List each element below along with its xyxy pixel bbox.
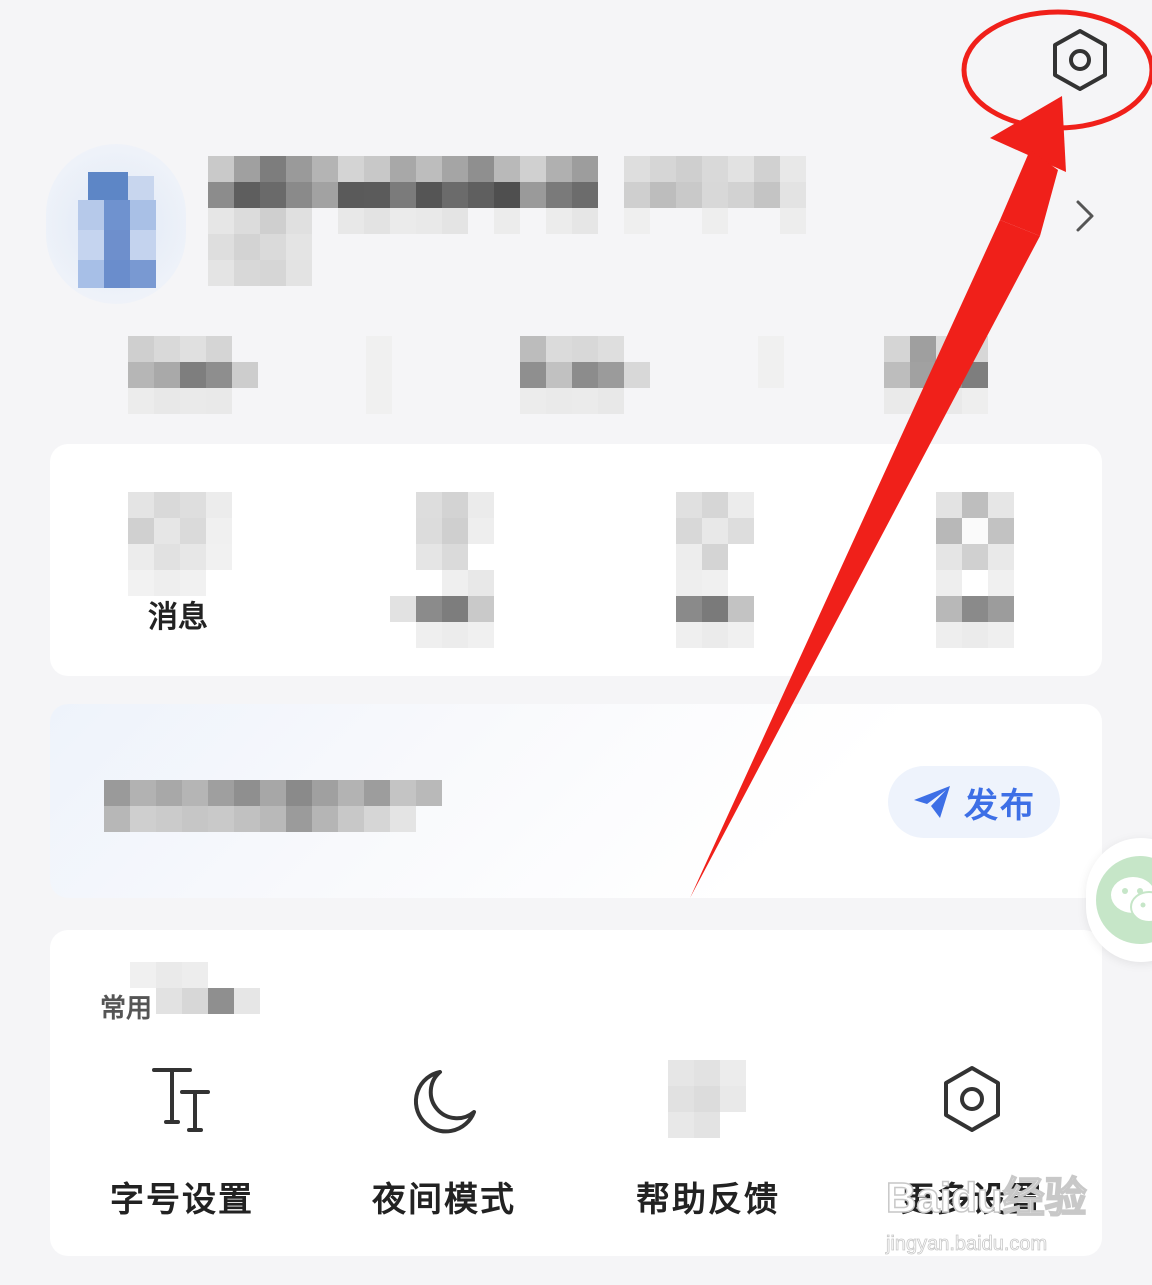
messages-icon (128, 492, 232, 596)
avatar-mosaic (78, 172, 156, 300)
moon-icon (413, 1070, 476, 1134)
chevron-right-icon (1076, 200, 1094, 232)
tool-help-feedback-label: 帮助反馈 (636, 1180, 780, 1220)
hexagon-settings-icon (944, 1066, 1000, 1132)
tool-more-settings-label: 更多设置 (900, 1180, 1044, 1220)
avatar[interactable] (46, 144, 186, 304)
publish-label: 发布 (964, 785, 1036, 826)
tool-night-mode-label: 夜间模式 (372, 1180, 516, 1220)
publish-button[interactable]: 发布 (888, 766, 1060, 838)
shortcut-3-icon (676, 492, 754, 648)
shortcut-messages[interactable] (128, 492, 248, 662)
shortcut-2-icon (390, 492, 494, 648)
profile-chevron-button[interactable] (1070, 196, 1100, 236)
stat-mosaic-5 (884, 336, 988, 414)
wechat-icon (1111, 877, 1152, 923)
stat-mosaic-1 (128, 336, 258, 414)
shortcut-2[interactable] (390, 492, 510, 662)
tool-more-settings[interactable]: 更多设置 (872, 1060, 1072, 1230)
stat-mosaic-4 (758, 336, 784, 388)
paper-plane-icon (914, 786, 950, 818)
publish-prompt-mosaic (104, 780, 444, 834)
shortcut-4-icon (936, 492, 1014, 648)
stats-row (128, 336, 1028, 416)
stat-mosaic-3 (520, 336, 650, 414)
hexagon-settings-icon (1053, 29, 1107, 91)
stat-mosaic-2 (366, 336, 392, 414)
annotation-arrowhead (990, 96, 1066, 172)
tool-font-size[interactable]: 字号设置 (82, 1060, 282, 1230)
shortcut-4[interactable] (936, 492, 1056, 662)
shortcut-messages-label: 消息 (148, 600, 208, 635)
tool-night-mode[interactable]: 夜间模式 (344, 1060, 544, 1230)
section-title-mosaic (130, 962, 260, 1014)
username-mosaic (208, 156, 808, 286)
tool-font-size-label: 字号设置 (110, 1180, 254, 1220)
settings-button[interactable] (1044, 24, 1116, 96)
help-feedback-icon (668, 1060, 746, 1138)
tool-help-feedback[interactable]: 帮助反馈 (608, 1060, 808, 1230)
font-size-icon (152, 1068, 210, 1132)
shortcut-3[interactable] (676, 492, 796, 662)
